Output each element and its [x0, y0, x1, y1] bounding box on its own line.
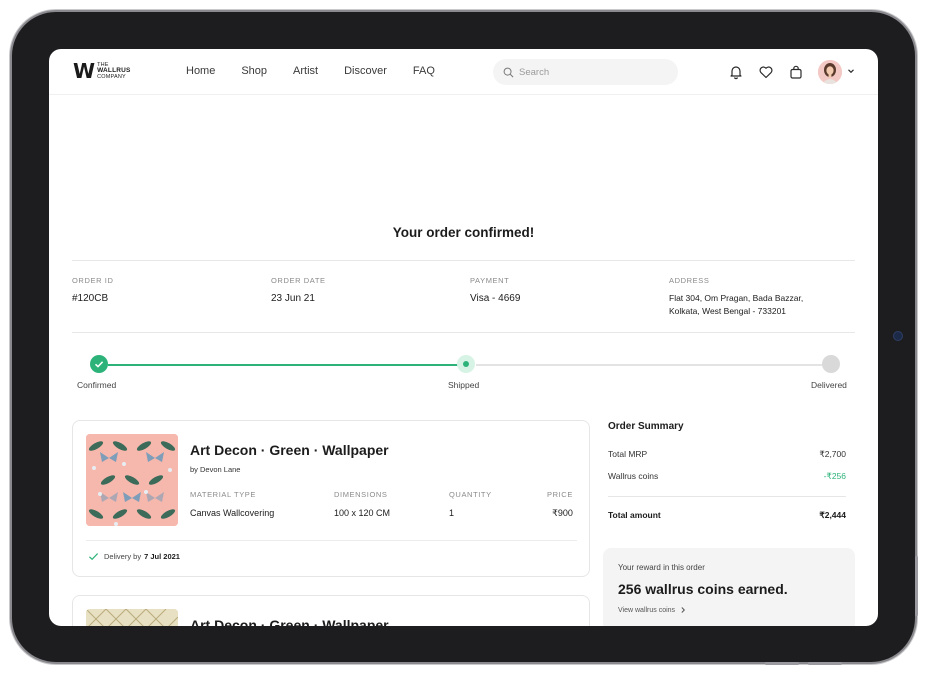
logo-wordmark: THE WALLRUS COMPANY: [97, 62, 131, 80]
order-date-value: 23 Jun 21: [271, 293, 315, 304]
nav-faq[interactable]: FAQ: [413, 65, 435, 77]
total-mrp-value: ₹2,700: [819, 449, 846, 459]
nav-discover[interactable]: Discover: [344, 65, 387, 77]
total-amount-label: Total amount: [608, 510, 661, 520]
delivery-date: 7 Jul 2021: [144, 552, 180, 561]
heart-icon[interactable]: [758, 64, 774, 80]
reward-card: Your reward in this order 256 wallrus co…: [603, 548, 855, 626]
main-nav: Home Shop Artist Discover FAQ: [186, 65, 461, 77]
quantity-block: QUANTITY 1: [449, 490, 492, 518]
step-confirmed-dot: [90, 355, 108, 373]
wallrus-coins-row: Wallrus coins -₹256: [608, 471, 846, 482]
nav-home[interactable]: Home: [186, 65, 215, 77]
dimensions-block: DIMENSIONS 100 x 120 CM: [334, 490, 390, 518]
payment-value: Visa - 4669: [470, 293, 521, 304]
material-label: MATERIAL TYPE: [190, 490, 257, 499]
total-amount-value: ₹2,444: [819, 510, 846, 520]
search-input[interactable]: [519, 66, 659, 78]
wallpaper-pattern-image: [86, 434, 178, 526]
wallpaper-pattern-image: [86, 609, 178, 626]
avatar-image: [818, 60, 842, 84]
total-mrp-row: Total MRP ₹2,700: [608, 449, 846, 460]
step-delivered-label: Delivered: [811, 380, 847, 390]
top-navbar: W THE WALLRUS COMPANY Home Shop Artist D…: [49, 49, 878, 95]
view-coins-text[interactable]: View wallrus coins: [618, 607, 675, 614]
price-value: ₹900: [552, 508, 573, 518]
order-item-card[interactable]: Art Decon · Green · Wallpaper by Devon L…: [72, 420, 590, 577]
quantity-label: QUANTITY: [449, 490, 492, 499]
quantity-value: 1: [449, 508, 455, 518]
summary-divider: [608, 496, 846, 497]
product-name[interactable]: Art Decon · Green · Wallpaper: [190, 442, 389, 458]
progress-track-done: [108, 364, 466, 366]
volume-button: [808, 662, 842, 665]
logo-mark: W: [73, 59, 96, 83]
volume-button: [765, 662, 799, 665]
progress-track-pending: [476, 364, 822, 366]
order-item-card[interactable]: Art Decon · Green · Wallpaper: [72, 595, 590, 626]
user-avatar[interactable]: [818, 60, 842, 84]
order-date-label: ORDER DATE: [271, 276, 326, 285]
address-value: Flat 304, Om Pragan, Bada Bazzar, Kolkat…: [669, 293, 804, 316]
address-label: ADDRESS: [669, 276, 710, 285]
reward-headline: 256 wallrus coins earned.: [618, 581, 788, 597]
divider: [72, 332, 855, 333]
product-artist[interactable]: by Devon Lane: [190, 465, 240, 474]
nav-artist[interactable]: Artist: [293, 65, 318, 77]
material-block: MATERIAL TYPE Canvas Wallcovering: [190, 490, 274, 518]
order-id-value: #120CB: [72, 293, 109, 304]
delivery-prefix: Delivery by: [104, 552, 142, 561]
order-summary-title: Order Summary: [608, 421, 684, 432]
camera-dot: [893, 331, 903, 341]
view-coins-link[interactable]: View wallrus coins: [618, 606, 687, 614]
chevron-right-icon: [681, 607, 686, 613]
product-thumbnail[interactable]: [86, 609, 178, 626]
order-date-block: ORDER DATE 23 Jun 21: [271, 276, 326, 305]
step-shipped-dot: [457, 355, 475, 373]
card-divider: [86, 540, 577, 541]
price-label: PRICE: [547, 490, 573, 499]
wallrus-coins-value: -₹256: [823, 471, 846, 481]
bell-icon[interactable]: [728, 64, 744, 80]
total-mrp-label: Total MRP: [608, 449, 648, 459]
wallrus-coins-label: Wallrus coins: [608, 471, 659, 481]
search-bar[interactable]: [493, 59, 678, 85]
check-icon: [88, 553, 99, 561]
payment-block: PAYMENT Visa - 4669: [470, 276, 520, 305]
order-id-block: ORDER ID #120CB: [72, 276, 113, 305]
dimensions-label: DIMENSIONS: [334, 490, 388, 499]
product-thumbnail[interactable]: [86, 434, 178, 526]
order-id-label: ORDER ID: [72, 276, 114, 285]
total-amount-row: Total amount ₹2,444: [608, 510, 846, 521]
divider: [72, 260, 855, 261]
side-button: [915, 556, 918, 616]
app-screen: W THE WALLRUS COMPANY Home Shop Artist D…: [49, 49, 878, 626]
step-shipped-label: Shipped: [448, 380, 480, 390]
chevron-down-icon[interactable]: [846, 66, 856, 76]
shopping-bag-icon[interactable]: [788, 64, 804, 80]
delivery-estimate: Delivery by 7 Jul 2021: [88, 551, 180, 562]
material-value: Canvas Wallcovering: [190, 508, 275, 518]
dimensions-value: 100 x 120 CM: [334, 508, 391, 518]
nav-shop[interactable]: Shop: [241, 65, 267, 77]
check-icon: [94, 361, 104, 368]
brand-logo[interactable]: W THE WALLRUS COMPANY: [73, 59, 131, 83]
price-block: PRICE ₹900: [547, 490, 573, 519]
step-delivered-dot: [822, 355, 840, 373]
step-confirmed-label: Confirmed: [77, 380, 117, 390]
search-icon: [503, 67, 514, 77]
page-title: Your order confirmed!: [392, 225, 535, 240]
product-name[interactable]: Art Decon · Green · Wallpaper: [190, 617, 389, 626]
address-block: ADDRESS Flat 304, Om Pragan, Bada Bazzar…: [669, 276, 803, 318]
reward-label: Your reward in this order: [618, 563, 705, 572]
payment-label: PAYMENT: [470, 276, 510, 285]
